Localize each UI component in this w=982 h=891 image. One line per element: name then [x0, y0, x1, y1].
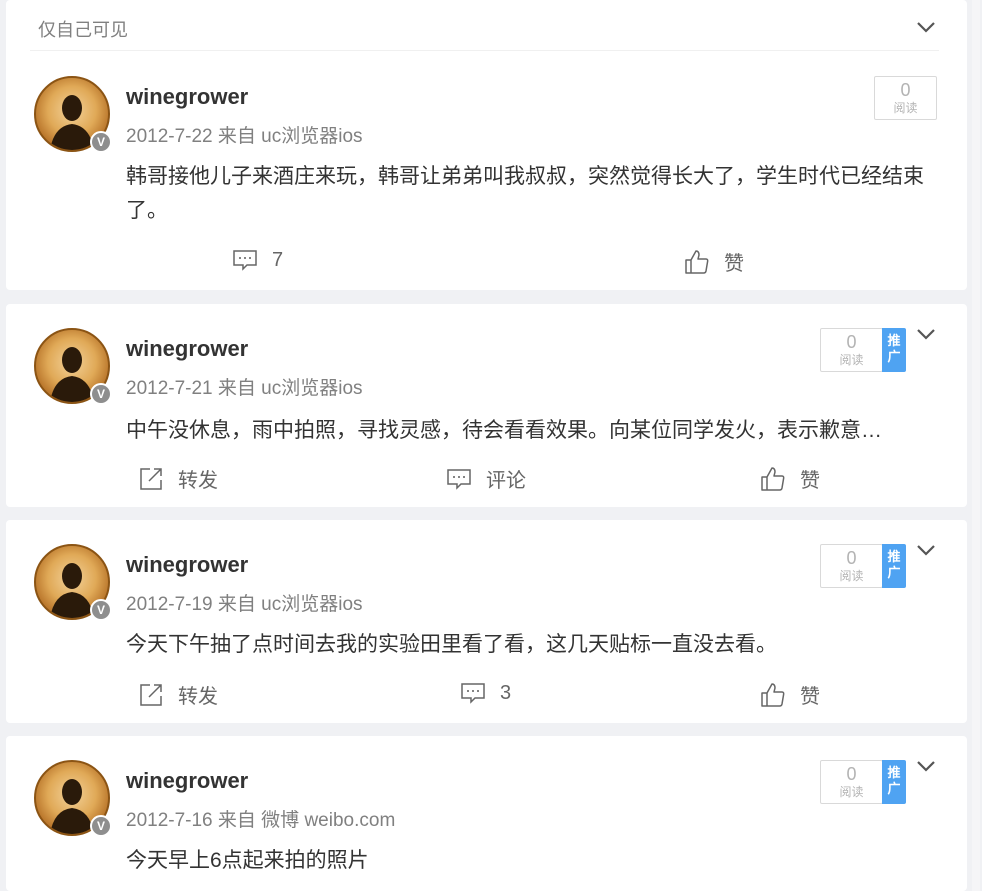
verified-badge: V — [90, 815, 112, 837]
read-count-box: 0 阅读 — [874, 76, 937, 120]
comment-icon — [233, 250, 257, 271]
visibility-label[interactable]: 仅自己可见 — [38, 16, 128, 42]
post-card: 仅自己可见 V winegrower 2012-7-22 来自 uc浏览器ios… — [6, 0, 967, 290]
page-scrollbar[interactable] — [970, 0, 982, 891]
post-content: 今天早上6点起来拍的照片 — [126, 849, 369, 872]
read-count: 0 — [846, 332, 857, 352]
post-source: 来自 uc浏览器ios — [217, 378, 363, 399]
like-label: 赞 — [724, 253, 744, 275]
comment-count: 3 — [500, 681, 512, 704]
post-card: V winegrower 2012-7-19 来自 uc浏览器ios 今天下午抽… — [6, 520, 967, 723]
like-button[interactable]: 赞 — [760, 464, 820, 493]
like-label: 赞 — [800, 470, 820, 492]
post-date[interactable]: 2012-7-16 — [126, 810, 213, 831]
read-count: 0 — [900, 80, 911, 100]
chevron-down-icon[interactable] — [915, 539, 937, 561]
verified-badge: V — [90, 383, 112, 405]
chevron-down-icon[interactable] — [915, 323, 937, 345]
read-label: 阅读 — [839, 785, 864, 799]
read-count-box: 0 阅读 — [820, 544, 883, 588]
thumbs-up-icon — [761, 466, 785, 491]
avatar[interactable]: V — [34, 328, 112, 405]
avatar[interactable]: V — [34, 760, 112, 837]
comment-button[interactable]: 7 — [232, 247, 283, 273]
avatar[interactable]: V — [34, 544, 112, 621]
like-button[interactable]: 赞 — [684, 247, 744, 276]
repost-icon — [140, 467, 162, 490]
chevron-down-icon[interactable] — [915, 16, 937, 38]
post-meta: 2012-7-21 来自 uc浏览器ios — [126, 373, 363, 400]
read-label: 阅读 — [839, 569, 864, 583]
comment-button[interactable]: 3 — [460, 680, 511, 706]
post-date[interactable]: 2012-7-22 — [126, 126, 213, 147]
comment-icon — [461, 683, 485, 704]
repost-icon — [140, 683, 162, 706]
read-label: 阅读 — [839, 353, 864, 367]
post-meta: 2012-7-22 来自 uc浏览器ios — [126, 121, 363, 148]
like-label: 赞 — [800, 686, 820, 708]
chevron-down-icon[interactable] — [915, 755, 937, 777]
repost-label: 转发 — [178, 470, 218, 492]
verified-badge: V — [90, 131, 112, 153]
repost-label: 转发 — [178, 686, 218, 708]
promote-button[interactable]: 推广 — [882, 328, 906, 372]
comment-count: 7 — [272, 248, 284, 271]
post-meta: 2012-7-19 来自 uc浏览器ios — [126, 589, 363, 616]
username[interactable]: winegrower — [126, 336, 248, 362]
thumbs-up-icon — [685, 249, 709, 274]
avatar[interactable]: V — [34, 76, 112, 153]
scrollbar-thumb[interactable] — [972, 0, 980, 891]
comment-label: 评论 — [486, 470, 526, 492]
post-meta: 2012-7-16 来自 微博 weibo.com — [126, 805, 395, 832]
read-count: 0 — [846, 764, 857, 784]
username[interactable]: winegrower — [126, 84, 248, 110]
thumbs-up-icon — [761, 682, 785, 707]
promote-button[interactable]: 推广 — [882, 760, 906, 804]
repost-button[interactable]: 转发 — [138, 464, 218, 493]
comment-icon — [447, 468, 471, 490]
post-date[interactable]: 2012-7-21 — [126, 378, 213, 399]
like-button[interactable]: 赞 — [760, 680, 820, 709]
promote-button[interactable]: 推广 — [882, 544, 906, 588]
read-label: 阅读 — [893, 101, 918, 115]
read-count-box: 0 阅读 — [820, 760, 883, 804]
read-count-box: 0 阅读 — [820, 328, 883, 372]
post-content: 中午没休息，雨中拍照，寻找灵感，待会看看效果。向某位同学发火，表示歉意… — [126, 419, 882, 442]
divider — [30, 50, 939, 51]
post-date[interactable]: 2012-7-19 — [126, 594, 213, 615]
repost-button[interactable]: 转发 — [138, 680, 218, 709]
username[interactable]: winegrower — [126, 768, 248, 794]
verified-badge: V — [90, 599, 112, 621]
post-card: V winegrower 2012-7-21 来自 uc浏览器ios 中午没休息… — [6, 304, 967, 507]
post-content: 今天下午抽了点时间去我的实验田里看了看，这几天贴标一直没去看。 — [126, 633, 777, 656]
post-source: 来自 微博 weibo.com — [217, 810, 396, 831]
comment-button[interactable]: 评论 — [446, 464, 526, 493]
read-count: 0 — [846, 548, 857, 568]
post-content: 韩哥接他儿子来酒庄来玩，韩哥让弟弟叫我叔叔，突然觉得长大了，学生时代已经结束了。 — [126, 165, 924, 222]
post-source: 来自 uc浏览器ios — [217, 126, 363, 147]
post-source: 来自 uc浏览器ios — [217, 594, 363, 615]
post-card: V winegrower 2012-7-16 来自 微博 weibo.com 今… — [6, 736, 967, 891]
username[interactable]: winegrower — [126, 552, 248, 578]
